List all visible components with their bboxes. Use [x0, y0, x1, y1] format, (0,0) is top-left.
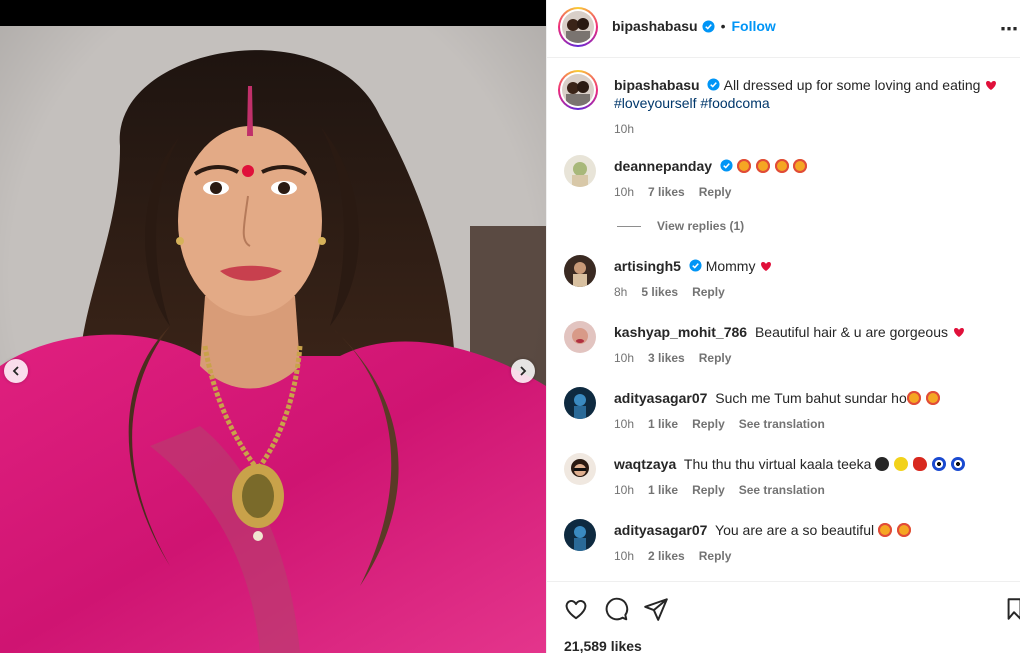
comment-time: 10h	[614, 549, 635, 563]
chevron-right-icon	[520, 366, 527, 376]
post-photo	[0, 26, 546, 653]
reply-button[interactable]: Reply	[692, 481, 725, 499]
portrait-illustration	[0, 26, 546, 653]
lemon-emoji-icon	[894, 457, 909, 471]
caption-text: All dressed up for some loving and eatin…	[723, 77, 981, 93]
more-options-button[interactable]: ⋯	[1000, 19, 1019, 40]
star-eyes-emoji-icon	[774, 159, 789, 173]
post-header: bipashabasu • Follow ⋯	[547, 0, 1020, 58]
avatar-image	[564, 321, 596, 353]
comment-time: 10h	[614, 417, 635, 431]
star-eyes-emoji-icon	[896, 523, 911, 537]
caption-avatar[interactable]	[558, 70, 598, 110]
avatar-image	[564, 155, 596, 187]
avatar-image	[564, 387, 596, 419]
author-avatar[interactable]	[558, 7, 598, 47]
commenter-username[interactable]: deannepanday	[614, 158, 712, 174]
reply-button[interactable]: Reply	[699, 349, 732, 367]
follow-button[interactable]: Follow	[732, 18, 776, 34]
bookmark-icon[interactable]	[1007, 596, 1020, 622]
comments-list[interactable]: bipashabasu All dressed up for some lovi…	[547, 59, 1020, 581]
like-count[interactable]: 21,589 likes	[564, 638, 642, 653]
see-translation-button[interactable]: See translation	[739, 415, 825, 433]
star-eyes-emoji-icon	[906, 391, 921, 405]
comment-text: Mommy	[705, 258, 756, 274]
replies-divider	[617, 225, 641, 227]
avatar-image	[564, 519, 596, 551]
black-circle-emoji-icon	[875, 457, 890, 471]
comment-likes[interactable]: 5 likes	[641, 283, 678, 301]
verified-badge-icon	[702, 19, 715, 33]
commenter-avatar[interactable]	[564, 453, 596, 485]
red-heart-icon	[986, 81, 997, 90]
nazar-emoji-icon	[950, 457, 965, 471]
heart-outline-icon[interactable]	[563, 596, 589, 622]
red-heart-icon	[761, 262, 772, 271]
post-media	[0, 0, 546, 653]
comment-time: 10h	[614, 185, 635, 199]
commenter-avatar[interactable]	[564, 321, 596, 353]
commenter-username[interactable]: waqtzaya	[614, 456, 676, 472]
comment-likes[interactable]: 7 likes	[648, 183, 685, 201]
hashtag-link[interactable]: #foodcoma	[700, 95, 769, 111]
paper-plane-icon[interactable]	[643, 596, 669, 622]
commenter-avatar[interactable]	[564, 387, 596, 419]
verified-badge-icon	[689, 259, 702, 272]
avatar-image	[564, 453, 596, 485]
comment-text: Thu thu thu virtual kaala teeka	[683, 456, 872, 472]
comment-text: You are are a so beautiful	[715, 522, 875, 538]
view-replies-button[interactable]: View replies (1)	[617, 219, 744, 233]
comment-likes[interactable]: 1 like	[648, 415, 678, 433]
commenter-username[interactable]: adityasagar07	[614, 522, 707, 538]
star-eyes-emoji-icon	[925, 391, 940, 405]
avatar-image	[564, 255, 596, 287]
verified-badge-icon	[720, 159, 733, 172]
speech-bubble-icon[interactable]	[603, 596, 629, 622]
avatar-image	[562, 74, 594, 106]
reply-button[interactable]: Reply	[692, 283, 725, 301]
see-translation-button[interactable]: See translation	[739, 481, 825, 499]
author-username[interactable]: bipashabasu	[612, 18, 698, 34]
star-eyes-emoji-icon	[736, 159, 751, 173]
comment-likes[interactable]: 3 likes	[648, 349, 685, 367]
reply-button[interactable]: Reply	[692, 415, 725, 433]
commenter-avatar[interactable]	[564, 155, 596, 187]
comment-time: 10h	[614, 351, 635, 365]
reply-button[interactable]: Reply	[699, 183, 732, 201]
post-action-bar: 21,589 likes	[547, 581, 1020, 653]
hashtag-link[interactable]: #loveyourself	[614, 95, 697, 111]
comment-likes[interactable]: 2 likes	[648, 547, 685, 565]
comment-likes[interactable]: 1 like	[648, 481, 678, 499]
commenter-avatar[interactable]	[564, 255, 596, 287]
chevron-left-icon	[12, 366, 19, 376]
comment-text: Such me Tum bahut sundar ho	[715, 390, 907, 406]
view-replies-label: View replies (1)	[657, 219, 745, 233]
caption-time: 10h	[614, 122, 635, 136]
star-eyes-emoji-icon	[877, 523, 892, 537]
post-sidebar: bipashabasu • Follow ⋯ bipashabasu All d…	[546, 0, 1020, 653]
verified-badge-icon	[707, 78, 721, 91]
comment-time: 8h	[614, 285, 628, 299]
carousel-prev-button[interactable]	[4, 359, 28, 383]
avatar-image	[562, 11, 594, 43]
comment-time: 10h	[614, 483, 635, 497]
caption-username[interactable]: bipashabasu	[614, 77, 700, 93]
header-separator: •	[720, 18, 726, 34]
comment-text: Beautiful hair & u are gorgeous	[754, 324, 948, 340]
red-heart-icon	[953, 328, 964, 337]
chili-emoji-icon	[913, 457, 928, 471]
commenter-username[interactable]: adityasagar07	[614, 390, 707, 406]
star-eyes-emoji-icon	[793, 159, 808, 173]
commenter-avatar[interactable]	[564, 519, 596, 551]
star-eyes-emoji-icon	[755, 159, 770, 173]
carousel-next-button[interactable]	[511, 359, 535, 383]
reply-button[interactable]: Reply	[699, 547, 732, 565]
commenter-username[interactable]: kashyap_mohit_786	[614, 324, 747, 340]
nazar-emoji-icon	[932, 457, 947, 471]
commenter-username[interactable]: artisingh5	[614, 258, 681, 274]
